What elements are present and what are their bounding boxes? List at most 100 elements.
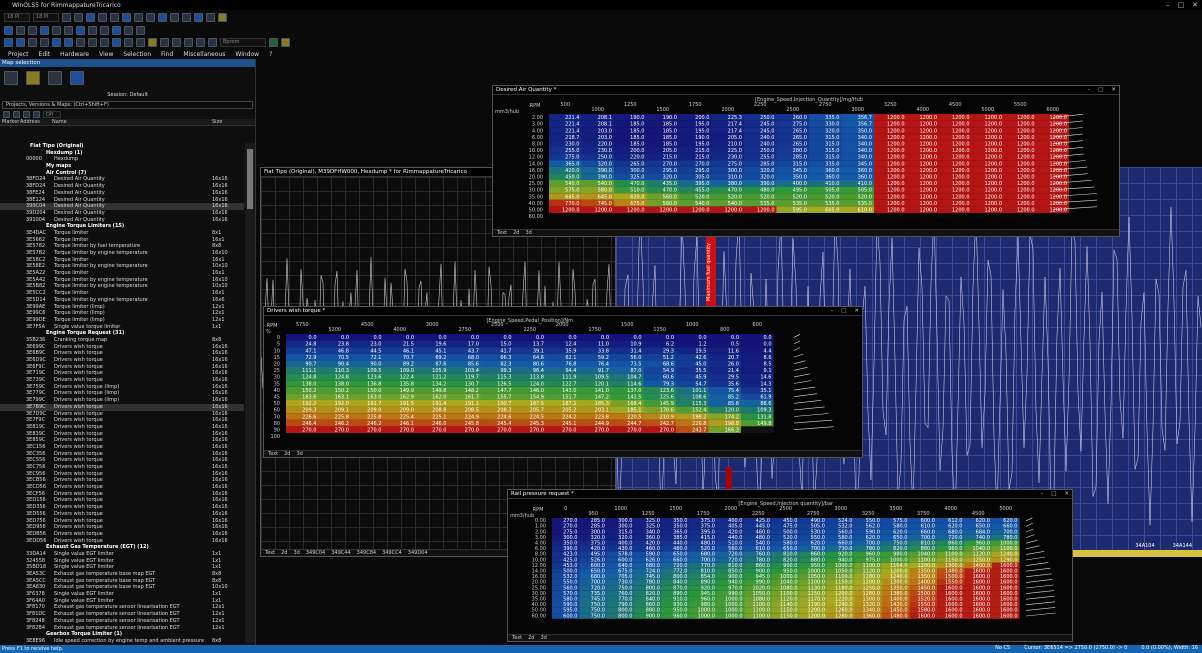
table-cell[interactable]: 89.2 — [403, 362, 414, 368]
filter-select[interactable]: Off — [43, 111, 61, 118]
table-cell[interactable]: 224.9 — [465, 414, 479, 420]
table-cell[interactable]: 0.0 — [471, 335, 479, 341]
table-cell[interactable]: 380.0 — [728, 181, 742, 187]
tree-row[interactable]: 3E5D14 Torque limiter by engine temperatu… — [0, 297, 244, 304]
table-cell[interactable]: 163.0 — [367, 395, 381, 401]
tab-3d[interactable]: 3d — [293, 550, 299, 556]
tree-row[interactable]: Hexdump (1) — [0, 150, 244, 157]
table-cell[interactable]: 675.0 — [630, 201, 644, 207]
table-cell[interactable]: 150.2 — [302, 388, 316, 394]
table-cell[interactable]: 356.7 — [858, 115, 872, 121]
tool-icon[interactable] — [23, 111, 30, 118]
table-cell[interactable]: 123.6 — [660, 388, 674, 394]
tree-row[interactable]: 3E799C Drivers wish torque (limp) 16x16 — [0, 397, 244, 404]
table-cell[interactable]: 146.0 — [530, 388, 544, 394]
table-cell[interactable]: 1200.0 — [1017, 194, 1035, 200]
table-cell[interactable]: 185.0 — [630, 142, 644, 148]
table-cell[interactable]: 330.0 — [825, 122, 839, 128]
table-cell[interactable]: 138.0 — [335, 381, 349, 387]
tool-icon[interactable] — [40, 37, 49, 47]
menu-item[interactable]: Hardware — [60, 51, 89, 58]
table-cell[interactable]: 1200.0 — [920, 142, 938, 148]
table-cell[interactable]: 390.0 — [598, 168, 612, 174]
table-cell[interactable]: 1200.0 — [887, 148, 905, 154]
table-cell[interactable]: 185.0 — [663, 128, 677, 134]
table-cell[interactable]: 310.0 — [728, 175, 742, 181]
tree-row[interactable]: 3E8E96 Idle speed correction by engine te… — [0, 638, 244, 643]
tool-icon[interactable] — [136, 25, 145, 35]
table-cell[interactable]: 265.0 — [793, 128, 807, 134]
table-cell[interactable]: 1200.0 — [920, 122, 938, 128]
table-cell[interactable]: 0.0 — [309, 335, 317, 341]
table-cell[interactable]: 121.2 — [432, 375, 446, 381]
table-cell[interactable]: 190.0 — [695, 135, 709, 141]
table-cell[interactable]: 208.1 — [598, 115, 612, 121]
table-cell[interactable]: 12.4 — [565, 342, 576, 348]
tree-row[interactable]: 00000 Hexdump — [0, 156, 244, 163]
tree-row[interactable]: 3E759C Drivers wish torque (limp) 16x16 — [0, 384, 244, 391]
table-cell[interactable]: 1200.0 — [920, 194, 938, 200]
table-cell[interactable]: 39.1 — [533, 348, 544, 354]
tree-row[interactable]: Exhaust Gas Temperature (EGT) (12) — [0, 544, 244, 551]
table-cell[interactable]: 800.0 — [618, 613, 632, 619]
project-icon[interactable] — [70, 71, 84, 85]
table-cell[interactable]: 320.0 — [760, 175, 774, 181]
table-cell[interactable]: 198.2 — [692, 414, 706, 420]
table-cell[interactable]: 1600.0 — [945, 613, 963, 619]
table-cell[interactable]: 72.1 — [370, 355, 381, 361]
table-cell[interactable]: 203.1 — [595, 408, 609, 414]
maximize-icon[interactable]: □ — [1098, 86, 1103, 95]
table-cell[interactable]: 209.0 — [367, 408, 381, 414]
table-cell[interactable]: 148.2 — [465, 388, 479, 394]
tree-row[interactable]: 3EDD56 Drivers wish torque 16x16 — [0, 538, 244, 545]
table-cell[interactable]: 245.1 — [562, 421, 576, 427]
table-cell[interactable]: 350.0 — [793, 175, 807, 181]
tree-row[interactable]: 3ED956 Drivers wish torque 16x16 — [0, 524, 244, 531]
table-cell[interactable]: 315.0 — [793, 161, 807, 167]
table-cell[interactable]: 185.3 — [595, 401, 609, 407]
table-cell[interactable]: 505.0 — [858, 188, 872, 194]
table-cell[interactable]: 147.2 — [595, 395, 609, 401]
tool-icon[interactable] — [52, 25, 61, 35]
table-cell[interactable]: 163.6 — [302, 395, 316, 401]
table-cell[interactable]: 1.2 — [699, 342, 707, 348]
table-cell[interactable]: 226.6 — [302, 414, 316, 420]
table-cell[interactable]: 245.4 — [497, 421, 511, 427]
table-cell[interactable]: 13.7 — [533, 342, 544, 348]
table-cell[interactable]: 275.0 — [565, 155, 579, 161]
tool-icon[interactable] — [3, 111, 10, 118]
tree-row[interactable]: 39D204 Desired Air Quantity 16x16 — [0, 210, 244, 217]
tool-icon[interactable] — [98, 12, 107, 22]
tool-icon[interactable] — [33, 111, 40, 118]
table-cell[interactable]: 320.0 — [760, 168, 774, 174]
tree-row[interactable]: 324558 Single value EGT limiter 1x1 — [0, 558, 244, 565]
tree-row[interactable]: 3E6B9C Drivers wish torque 16x16 — [0, 350, 244, 357]
tool-icon[interactable] — [196, 37, 205, 47]
table-cell[interactable]: 1200.0 — [985, 122, 1003, 128]
table-cell[interactable]: 230.0 — [598, 148, 612, 154]
tree-row[interactable]: 38FD24 Desired Air Quantity 16x16 — [0, 183, 244, 190]
table-cell[interactable]: 29.3 — [663, 348, 674, 354]
table-cell[interactable]: 1200.0 — [1017, 115, 1035, 121]
tree-row[interactable]: 3E6F9C Drivers wish torque 16x16 — [0, 364, 244, 371]
table-cell[interactable]: 4.4 — [764, 348, 772, 354]
table-cell[interactable]: 360.0 — [825, 168, 839, 174]
table-cell[interactable]: 340.0 — [858, 135, 872, 141]
table-cell[interactable]: 155.7 — [497, 395, 511, 401]
tree-row[interactable]: 3EDB56 Drivers wish torque 16x16 — [0, 531, 244, 538]
menu-item[interactable]: Selection — [123, 51, 151, 58]
table-cell[interactable]: 1000.0 — [698, 613, 716, 619]
table-cell[interactable]: 390.0 — [760, 181, 774, 187]
table-cell[interactable]: 221.4 — [565, 122, 579, 128]
table-cell[interactable]: 191.5 — [400, 401, 414, 407]
close-icon[interactable]: ✕ — [1192, 1, 1198, 9]
tree-row[interactable]: 3E5A42 Torque limiter by engine temperatu… — [0, 277, 244, 284]
tool-icon[interactable] — [100, 25, 109, 35]
table-cell[interactable]: 400.0 — [793, 181, 807, 187]
table-cell[interactable]: 120.0 — [725, 408, 739, 414]
table-cell[interactable]: 41.7 — [500, 348, 511, 354]
tree-row[interactable]: 3ECF56 Drivers wish torque 16x16 — [0, 491, 244, 498]
tab-text[interactable]: Text — [268, 451, 278, 457]
table-cell[interactable]: 10.9 — [630, 342, 641, 348]
table-cell[interactable]: 270.0 — [335, 428, 349, 434]
